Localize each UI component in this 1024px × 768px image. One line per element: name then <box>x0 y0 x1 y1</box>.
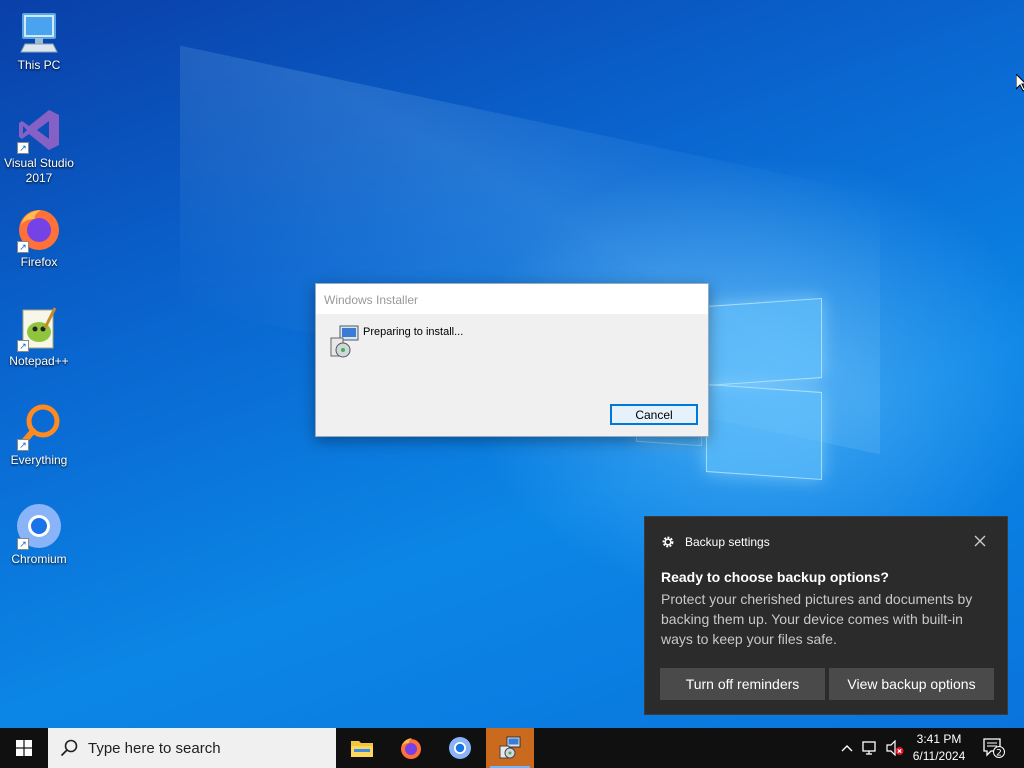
taskbar-firefox[interactable] <box>387 728 435 768</box>
taskbar: Type here to search 3:41 PM 6/11/2024 2 <box>0 728 1024 768</box>
notepad-plus-plus-icon: ↗ <box>15 304 63 352</box>
desktop-icon-notepad-plus-plus[interactable]: ↗ Notepad++ <box>1 304 77 369</box>
search-placeholder: Type here to search <box>88 739 221 757</box>
cancel-button[interactable]: Cancel <box>610 404 698 425</box>
desktop-icon-visual-studio[interactable]: ↗ Visual Studio 2017 <box>1 106 77 186</box>
search-icon <box>60 739 78 757</box>
view-backup-options-button[interactable]: View backup options <box>829 668 994 700</box>
notification-icon: 2 <box>983 738 1005 758</box>
chromium-icon <box>449 737 471 759</box>
action-center-button[interactable]: 2 <box>978 728 1010 768</box>
mouse-cursor-icon <box>1015 72 1024 92</box>
windows-logo-icon <box>16 740 32 756</box>
network-icon <box>862 741 876 755</box>
shortcut-arrow-icon: ↗ <box>17 439 29 451</box>
visual-studio-icon: ↗ <box>15 106 63 154</box>
volume-muted-icon <box>886 740 904 756</box>
firefox-icon <box>401 738 421 759</box>
taskbar-windows-installer[interactable] <box>486 728 534 768</box>
everything-search-icon: ↗ <box>15 403 63 451</box>
desktop-icon-firefox[interactable]: ↗ Firefox <box>1 205 77 270</box>
turn-off-reminders-button[interactable]: Turn off reminders <box>660 668 825 700</box>
installer-status-text: Preparing to install... <box>363 326 464 338</box>
windows-installer-icon <box>499 736 521 759</box>
shortcut-arrow-icon: ↗ <box>17 538 29 550</box>
chevron-up-icon <box>841 745 853 752</box>
gear-icon <box>662 536 674 548</box>
shortcut-arrow-icon: ↗ <box>17 340 29 352</box>
network-status-button[interactable] <box>860 728 882 768</box>
desktop-icon-label: Notepad++ <box>9 354 69 368</box>
windows-installer-dialog: Windows Installer Preparing to install..… <box>315 283 709 437</box>
file-explorer-icon <box>351 741 373 757</box>
firefox-icon: ↗ <box>15 205 63 253</box>
clock-time: 3:41 PM <box>916 732 962 746</box>
installer-icon <box>328 324 360 360</box>
notification-count-badge: 2 <box>996 748 1002 758</box>
desktop-icon-label: Firefox <box>20 255 58 269</box>
taskbar-file-explorer[interactable] <box>338 728 386 768</box>
clock-date: 6/11/2024 <box>912 749 966 763</box>
taskbar-chromium[interactable] <box>436 728 484 768</box>
desktop-icon-everything[interactable]: ↗ Everything <box>1 403 77 468</box>
desktop-icon-label: Everything <box>10 453 68 467</box>
backup-notification-toast[interactable]: Backup settings Ready to choose backup o… <box>644 516 1008 715</box>
shortcut-arrow-icon: ↗ <box>17 241 29 253</box>
desktop-icon-label: Chromium <box>11 552 67 566</box>
dialog-title[interactable]: Windows Installer <box>316 284 708 314</box>
toast-body: Protect your cherished pictures and docu… <box>661 591 973 647</box>
desktop-icon-this-pc[interactable]: This PC <box>1 8 77 73</box>
show-hidden-icons-button[interactable] <box>836 728 858 768</box>
desktop-icon-label: This PC <box>17 58 61 72</box>
taskbar-search-box[interactable]: Type here to search <box>48 728 336 768</box>
toast-header: Backup settings <box>661 535 770 549</box>
chromium-icon: ↗ <box>15 502 63 550</box>
volume-button[interactable] <box>884 728 906 768</box>
shortcut-arrow-icon: ↗ <box>17 142 29 154</box>
toast-heading: Ready to choose backup options? <box>661 569 889 585</box>
close-icon[interactable] <box>973 534 987 548</box>
desktop-icon-chromium[interactable]: ↗ Chromium <box>1 502 77 567</box>
desktop-icon-label: Visual Studio 2017 <box>4 156 74 185</box>
toast-app-name: Backup settings <box>685 535 770 549</box>
taskbar-clock[interactable]: 3:41 PM 6/11/2024 <box>906 731 972 765</box>
computer-icon <box>15 8 63 56</box>
start-button[interactable] <box>0 728 48 768</box>
